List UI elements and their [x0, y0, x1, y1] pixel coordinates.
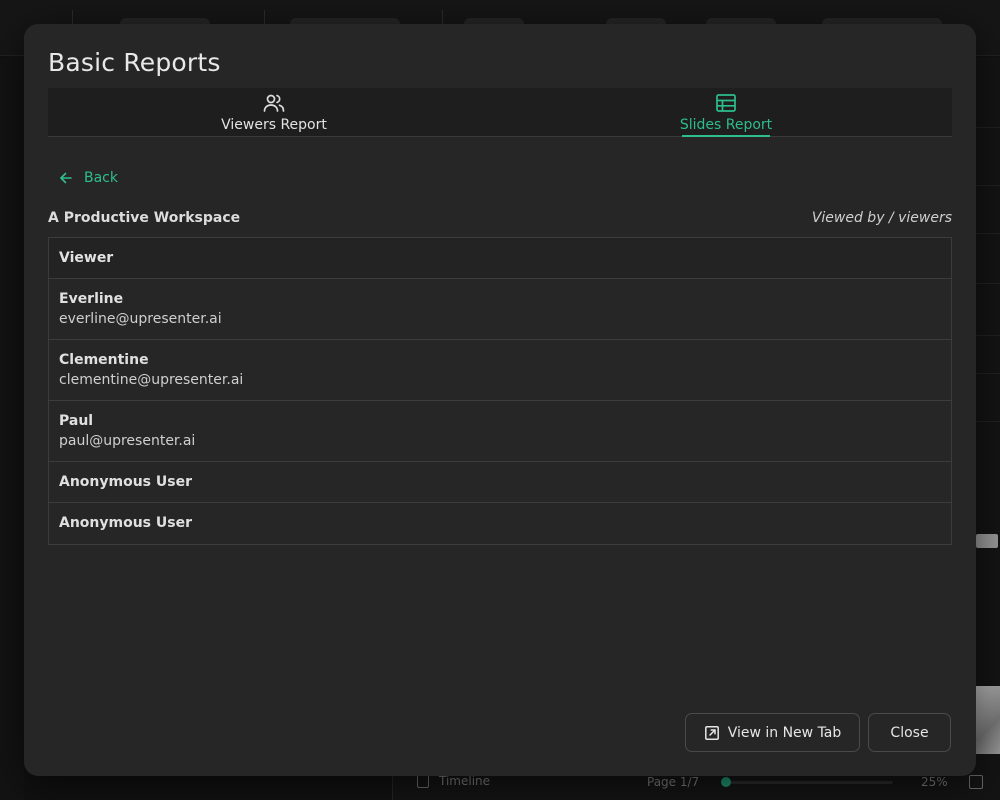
report-tabs: Viewers Report Slides Report [48, 88, 952, 137]
table-row: Anonymous User [49, 462, 951, 503]
users-icon [263, 94, 285, 112]
timeline-icon [417, 774, 429, 788]
viewer-name: Paul [59, 413, 94, 429]
viewer-email: everline@upresenter.ai [59, 311, 222, 327]
back-label: Back [84, 170, 118, 186]
panel-divider [976, 185, 1000, 186]
tab-label: Viewers Report [221, 117, 327, 133]
panel-divider [976, 283, 1000, 284]
background-left-panel [0, 57, 24, 800]
viewer-email: paul@upresenter.ai [59, 433, 196, 449]
fit-screen-icon [969, 775, 983, 789]
zoom-slider-handle [721, 777, 731, 787]
basic-reports-modal: Basic Reports Viewers Report Slides Repo… [24, 24, 976, 776]
active-tab-indicator [682, 135, 770, 137]
close-label: Close [890, 724, 929, 741]
tab-viewers-report[interactable]: Viewers Report [48, 88, 500, 136]
panel-divider [976, 233, 1000, 234]
viewer-email: clementine@upresenter.ai [59, 372, 244, 388]
panel-divider [976, 373, 1000, 374]
table-icon [716, 94, 736, 112]
panel-divider [976, 127, 1000, 128]
slide-title: A Productive Workspace [48, 210, 241, 226]
page-indicator: Page 1/7 [647, 775, 700, 789]
tab-label: Slides Report [679, 117, 773, 133]
viewer-name: Anonymous User [59, 515, 192, 531]
table-row: Clementine clementine@upresenter.ai [49, 340, 951, 401]
background-chip [976, 534, 998, 548]
arrow-left-icon [60, 172, 72, 184]
viewed-by-label: Viewed by / viewers [811, 210, 952, 226]
external-link-icon [704, 725, 719, 740]
back-button[interactable]: Back [58, 170, 118, 186]
table-row: Anonymous User [49, 503, 951, 544]
slide-thumbnail [976, 686, 1000, 754]
viewer-name: Anonymous User [59, 474, 192, 490]
tab-slides-report[interactable]: Slides Report [500, 88, 952, 137]
panel-divider [976, 335, 1000, 336]
close-button[interactable]: Close [868, 713, 951, 752]
zoom-level: 25% [921, 775, 948, 789]
viewer-name: Everline [59, 291, 124, 307]
zoom-slider-track [723, 781, 893, 784]
view-in-new-tab-button[interactable]: View in New Tab [685, 713, 860, 752]
table-header-viewer: Viewer [49, 238, 951, 279]
table-row: Paul paul@upresenter.ai [49, 401, 951, 462]
modal-title: Basic Reports [48, 48, 221, 77]
panel-divider [976, 421, 1000, 422]
viewer-name: Clementine [59, 352, 149, 368]
view-in-new-tab-label: View in New Tab [727, 724, 842, 741]
viewer-table: Viewer Everline everline@upresenter.ai C… [48, 237, 952, 545]
table-row: Everline everline@upresenter.ai [49, 279, 951, 340]
timeline-label: Timeline [439, 774, 491, 788]
